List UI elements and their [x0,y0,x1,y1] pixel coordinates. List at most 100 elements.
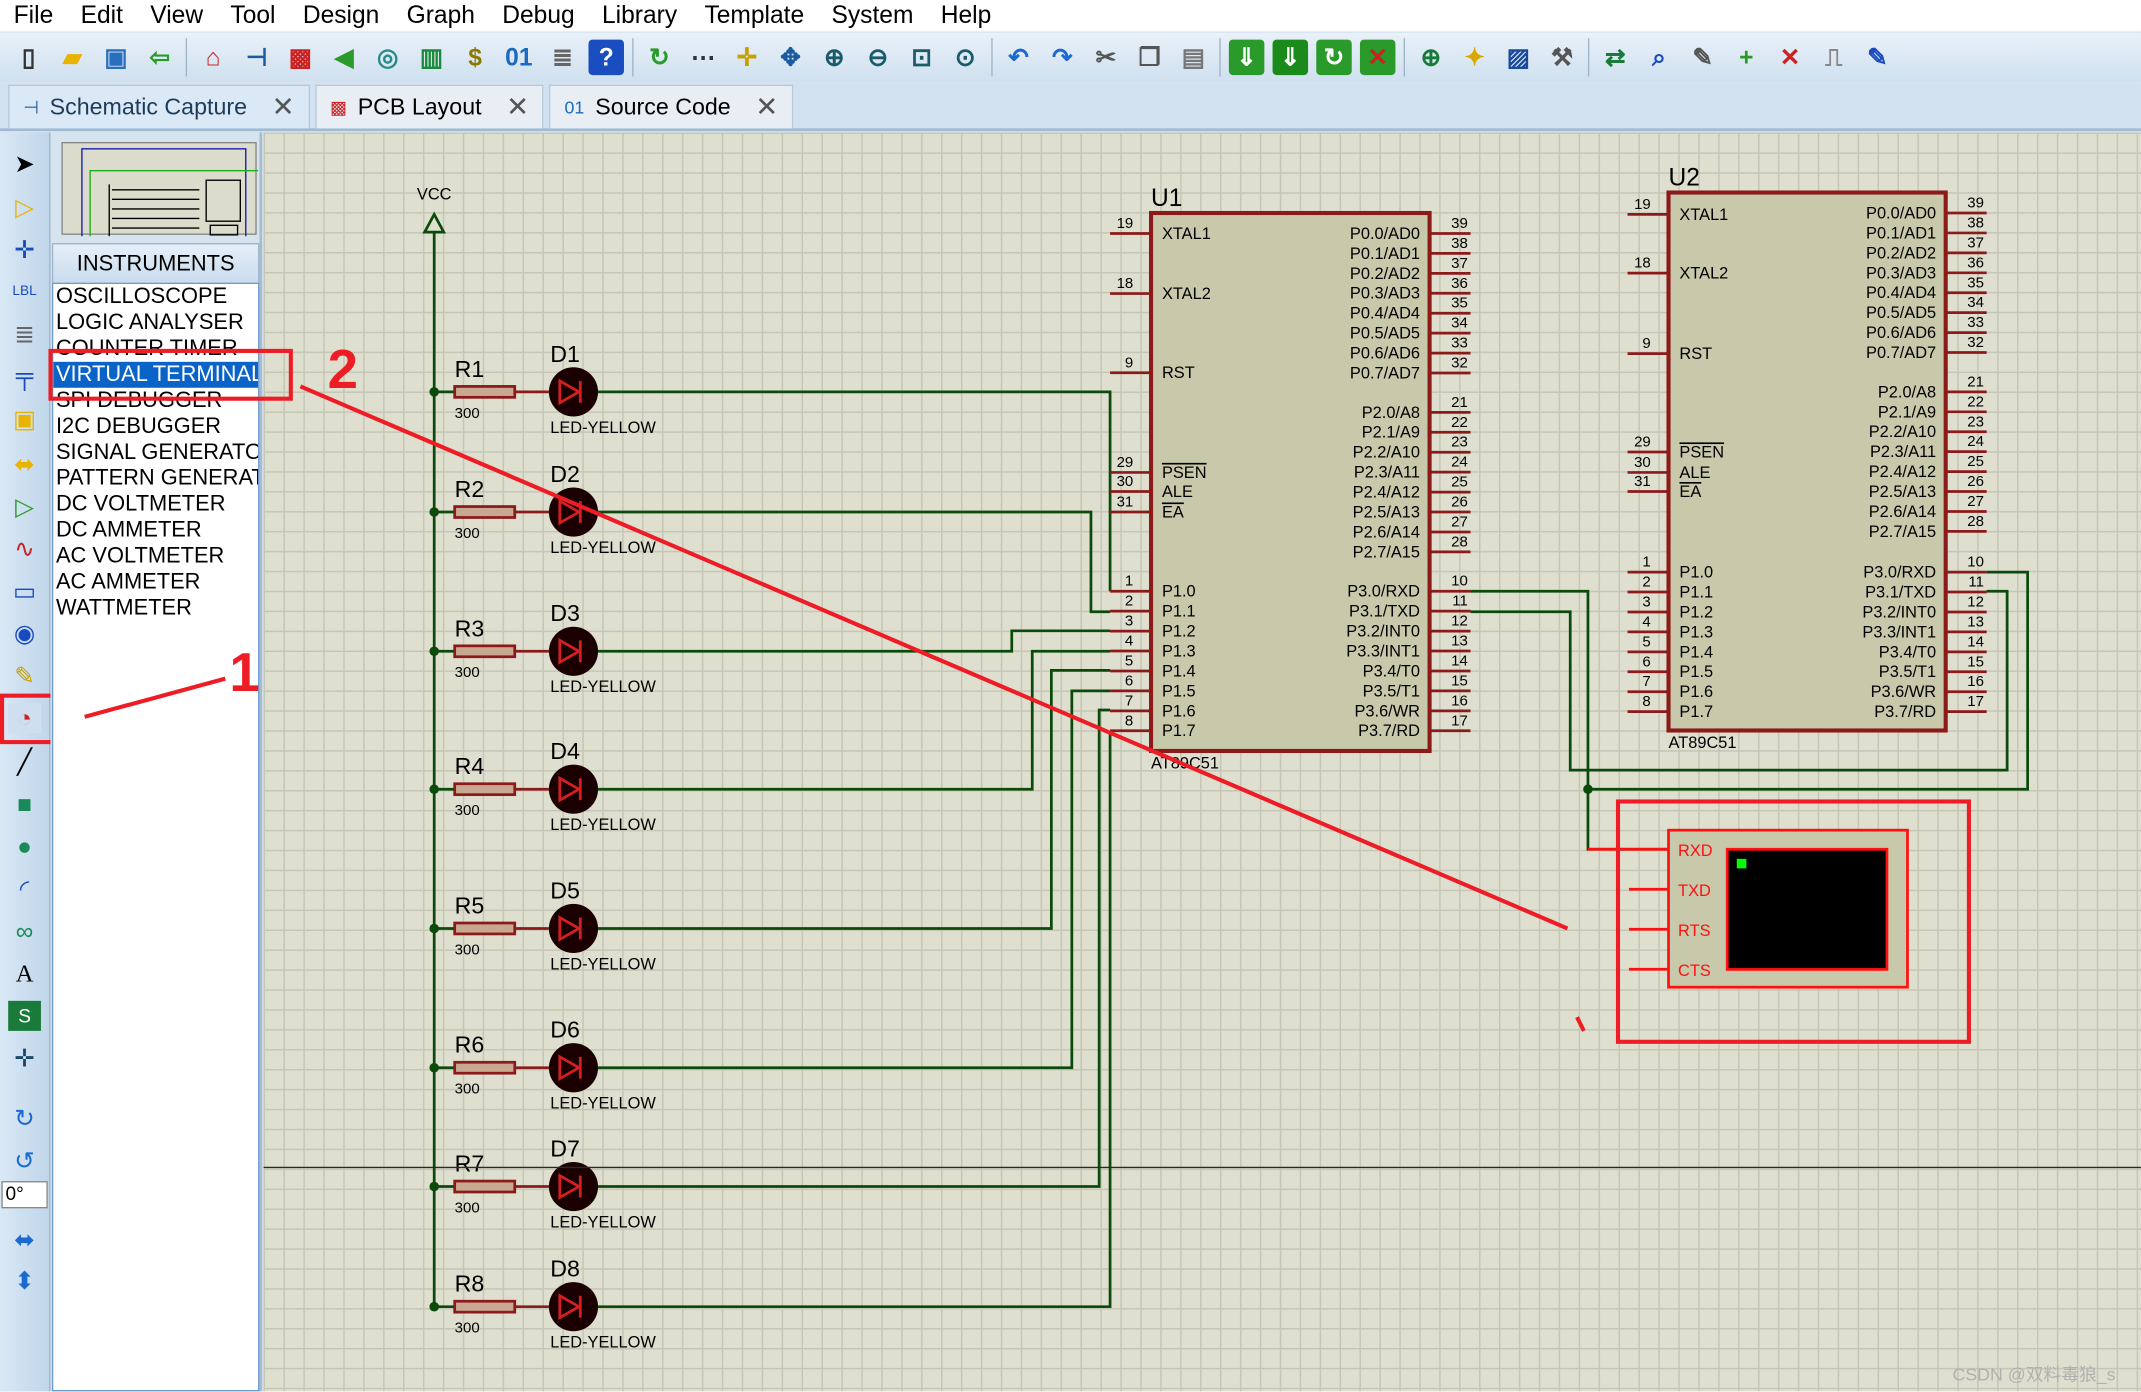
resistor[interactable] [453,921,517,936]
wire [598,390,1112,592]
pin-name: P0.3/AD3 [1350,285,1420,303]
pin-name: P2.0/A8 [1362,404,1420,422]
pin-number: 19 [1117,215,1134,232]
led-type: LED-YELLOW [550,816,656,834]
resistor[interactable] [453,644,517,659]
pin-name: PSEN [1679,443,1724,461]
pin-name: P3.1/TXD [1865,583,1936,601]
pin-number: 17 [1451,712,1468,729]
pin-name: P2.5/A13 [1353,503,1420,521]
pin-name: EA [1679,483,1701,501]
led[interactable] [548,764,599,814]
pin-name: P0.6/AD6 [1350,345,1420,363]
pin-name: P2.6/A14 [1353,523,1420,541]
wire [598,629,1111,653]
pin-number: 1 [1125,573,1133,590]
pin-name: P3.7/RD [1358,722,1420,740]
pin-number: 3 [1642,594,1650,611]
junction-dot [1583,784,1593,794]
terminal-pin-label: CTS [1678,962,1711,980]
terminal-pin-label: RTS [1678,922,1711,940]
led[interactable] [548,1161,599,1212]
pin-name: P3.5/T1 [1363,682,1420,700]
resistor[interactable] [453,1060,517,1075]
pin-name: P3.6/WR [1871,683,1937,701]
led-type: LED-YELLOW [550,955,656,973]
led-type: LED-YELLOW [550,539,656,557]
pin-name: P0.2/AD2 [1866,244,1936,262]
pin-name: XTAL2 [1162,285,1211,303]
pin-number: 29 [1634,433,1651,450]
pin-number: 6 [1125,672,1133,689]
resistor[interactable] [453,1299,517,1314]
led[interactable] [548,367,599,417]
pin-number: 8 [1125,712,1133,729]
pin-number: 18 [1117,275,1134,292]
pin-number: 26 [1967,473,1984,490]
pin-name: P1.3 [1162,642,1196,660]
resistor-value: 300 [455,941,480,958]
pin-name: RST [1679,345,1712,363]
pin-name: P1.0 [1679,564,1713,582]
pin-number: 3 [1125,613,1133,630]
pin-number: 1 [1642,554,1650,571]
annotation-arrow-line [84,676,226,719]
led-type: LED-YELLOW [550,1334,656,1352]
pin-name: P3.4/T0 [1363,662,1420,680]
resistor-ref: R4 [455,753,485,779]
pin-number: 19 [1634,196,1651,213]
pin-name: P2.7/A15 [1869,523,1936,541]
pin-number: 13 [1967,613,1984,630]
pin-number: 9 [1642,335,1650,352]
pin-name: P0.1/AD1 [1866,224,1936,242]
resistor-ref: R6 [455,1032,485,1058]
pin-name: P0.5/AD5 [1350,325,1420,343]
chip-ref: U2 [1669,165,1700,192]
pin-number: 33 [1967,314,1984,331]
pin-name: P0.2/AD2 [1350,265,1420,283]
wire [598,730,1112,1309]
led[interactable] [548,903,599,954]
pin-number: 4 [1125,633,1133,650]
chip-part: AT89C51 [1669,734,1737,752]
resistor[interactable] [453,505,517,519]
led[interactable] [548,626,599,676]
pin-number: 30 [1634,454,1651,471]
pin-name: P1.1 [1679,583,1713,601]
led[interactable] [548,1282,599,1332]
pin-number: 24 [1967,433,1984,450]
led-ref: D2 [550,461,580,487]
pin-number: 32 [1967,334,1984,351]
resistor-value: 300 [455,1320,480,1337]
resistor[interactable] [453,1179,517,1194]
pin-number: 7 [1642,673,1650,690]
pin-number: 17 [1967,693,1984,710]
pin-number: 25 [1967,453,1984,470]
pin-number: 38 [1967,214,1984,231]
pin-name: P2.1/A9 [1362,424,1420,442]
pin-number: 38 [1451,235,1468,252]
pin-name: P2.4/A12 [1353,484,1420,502]
pin-number: 27 [1451,513,1468,530]
pin-number: 22 [1967,393,1984,410]
pin-name: P3.4/T0 [1879,643,1936,661]
resistor-value: 300 [455,664,480,681]
pin-number: 14 [1451,652,1468,669]
resistor[interactable] [453,385,517,399]
vcc-power-terminal[interactable] [422,211,447,234]
led-type: LED-YELLOW [550,1213,656,1231]
pin-number: 16 [1451,692,1468,709]
pin-name: P1.2 [1679,603,1713,621]
led[interactable] [548,1043,599,1093]
pin-number: 33 [1451,335,1468,352]
pin-number: 8 [1642,693,1650,710]
pin-number: 36 [1967,254,1984,271]
pin-name: EA [1162,503,1184,521]
pin-number: 16 [1967,673,1984,690]
pin-name: P0.5/AD5 [1866,304,1936,322]
vcc-label: VCC [417,185,452,203]
pin-name: P0.4/AD4 [1866,284,1936,302]
pin-number: 15 [1967,653,1984,670]
resistor[interactable] [453,782,517,797]
annotation-step-2: 2 [328,339,358,400]
